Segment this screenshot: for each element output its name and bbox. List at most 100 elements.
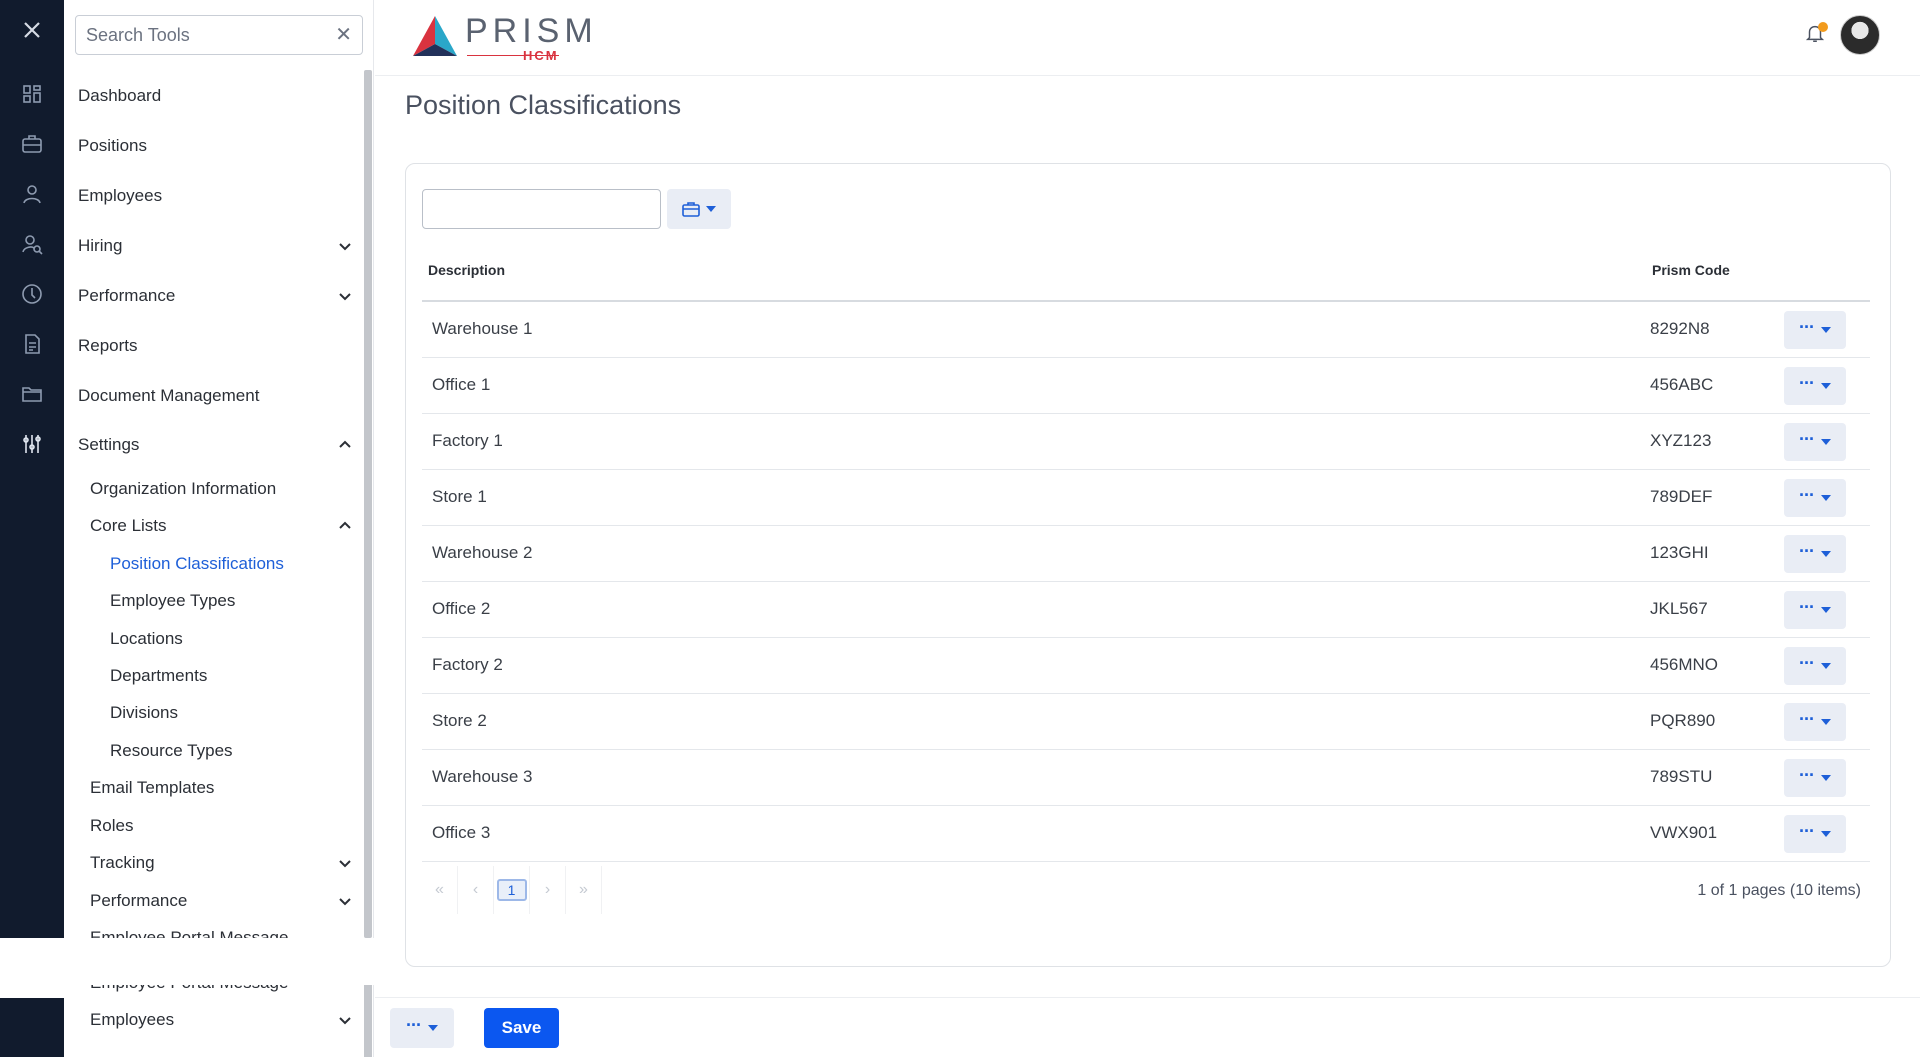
more-actions-button[interactable]: ···	[390, 1008, 454, 1048]
save-button[interactable]: Save	[484, 1008, 559, 1048]
sidebar-item-employees-settings[interactable]: Employees	[90, 1002, 359, 1038]
folder-icon[interactable]	[14, 376, 50, 412]
page-title: Position Classifications	[405, 90, 682, 120]
sidebar-item-label: Roles	[90, 816, 134, 835]
row-actions-button[interactable]: ···	[1784, 367, 1846, 405]
next-page-button[interactable]: ›	[530, 866, 566, 914]
table-row[interactable]: Warehouse 1 8292N8 ···	[422, 302, 1870, 358]
column-header-description[interactable]: Description	[428, 262, 505, 278]
row-actions-button[interactable]: ···	[1784, 423, 1846, 461]
caret-down-icon	[1820, 607, 1831, 613]
sidebar-item-employee-types[interactable]: Employee Types	[110, 583, 359, 619]
prism-code-cell: VWX901	[1650, 823, 1718, 842]
sidebar-scrollbar-lower[interactable]	[364, 985, 372, 1057]
sidebar-item-departments[interactable]: Departments	[110, 658, 359, 694]
sidebar-item-core-lists[interactable]: Core Lists	[90, 508, 359, 544]
row-actions-button[interactable]: ···	[1784, 591, 1846, 629]
chevron-down-icon[interactable]	[335, 1010, 355, 1030]
chevron-up-icon[interactable]	[335, 516, 355, 536]
row-actions-button[interactable]: ···	[1784, 759, 1846, 797]
sidebar-item-email-templates[interactable]: Email Templates	[90, 770, 359, 806]
table-row[interactable]: Warehouse 3 789STU ···	[422, 750, 1870, 806]
prism-logo[interactable]: PRISM HCM	[411, 14, 598, 63]
settings-sliders-icon[interactable]	[14, 426, 50, 462]
sidebar-item-positions[interactable]: Positions	[78, 128, 359, 164]
caret-down-icon	[1820, 831, 1831, 837]
sidebar-item-roles[interactable]: Roles	[90, 808, 359, 844]
table-row[interactable]: Factory 2 456MNO ···	[422, 638, 1870, 694]
toolbar-dropdown-button[interactable]	[667, 189, 731, 229]
avatar[interactable]	[1840, 15, 1880, 55]
last-page-button[interactable]: »	[566, 866, 602, 914]
prism-code-cell: 456MNO	[1650, 655, 1719, 674]
prev-page-button[interactable]: ‹	[458, 866, 494, 914]
chevron-up-icon[interactable]	[335, 435, 355, 455]
sidebar-item-divisions[interactable]: Divisions	[110, 695, 359, 731]
clear-search-icon[interactable]: ✕	[335, 25, 352, 45]
more-dots-icon: ···	[1799, 597, 1815, 617]
table-row[interactable]: Factory 1 XYZ123 ···	[422, 414, 1870, 470]
sidebar-item-performance[interactable]: Performance	[78, 278, 359, 314]
sidebar-item-employee-portal-message[interactable]: Employee Portal Message	[90, 920, 359, 938]
sidebar-item-reports[interactable]: Reports	[78, 328, 359, 364]
sidebar-item-tracking[interactable]: Tracking	[90, 845, 359, 881]
briefcase-icon[interactable]	[14, 126, 50, 162]
current-page-button[interactable]: 1	[494, 866, 530, 914]
current-page-number: 1	[496, 879, 527, 901]
search-tools-box: ✕	[75, 15, 363, 55]
caret-down-icon	[1820, 775, 1831, 781]
chevron-down-icon[interactable]	[335, 853, 355, 873]
reports-icon[interactable]	[14, 326, 50, 362]
table-row[interactable]: Office 2 JKL567 ···	[422, 582, 1870, 638]
row-actions-button[interactable]: ···	[1784, 703, 1846, 741]
performance-icon[interactable]	[14, 276, 50, 312]
table-row[interactable]: Store 2 PQR890 ···	[422, 694, 1870, 750]
row-actions-button[interactable]: ···	[1784, 479, 1846, 517]
sidebar-item-document-management[interactable]: Document Management	[78, 378, 359, 414]
sidebar-item-locations[interactable]: Locations	[110, 621, 359, 657]
sidebar-item-employees[interactable]: Employees	[78, 178, 359, 214]
close-icon[interactable]	[14, 12, 50, 48]
filter-input[interactable]	[422, 189, 661, 229]
dashboard-icon[interactable]	[14, 76, 50, 112]
sidebar-item-employee-portal-message[interactable]: Employee Portal Message	[90, 985, 359, 1001]
sidebar-item-resource-types[interactable]: Resource Types	[110, 733, 359, 769]
sidebar-item-performance-settings[interactable]: Performance	[90, 883, 359, 919]
sidebar-item-label: Document Management	[78, 386, 260, 405]
caret-down-icon	[1820, 495, 1831, 501]
chevron-down-icon[interactable]	[335, 891, 355, 911]
column-header-prism-code[interactable]: Prism Code	[1652, 262, 1730, 278]
sidebar-item-label: Performance	[90, 891, 188, 910]
sidebar-item-hiring[interactable]: Hiring	[78, 228, 359, 264]
first-page-button[interactable]: «	[422, 866, 458, 914]
person-icon[interactable]	[14, 176, 50, 212]
table-row[interactable]: Store 1 789DEF ···	[422, 470, 1870, 526]
sidebar-item-position-classifications[interactable]: Position Classifications	[110, 546, 359, 582]
hiring-icon[interactable]	[14, 226, 50, 262]
notification-bell-icon[interactable]	[1804, 22, 1830, 48]
sidebar-item-dashboard[interactable]: Dashboard	[78, 78, 359, 114]
row-actions-button[interactable]: ···	[1784, 311, 1846, 349]
chevron-down-icon[interactable]	[335, 236, 355, 256]
row-actions-button[interactable]: ···	[1784, 535, 1846, 573]
notification-dot	[1818, 22, 1828, 32]
caret-down-icon	[427, 1025, 438, 1031]
prism-code-cell: JKL567	[1650, 599, 1708, 618]
sidebar-item-organization-information[interactable]: Organization Information	[90, 471, 359, 507]
description-cell: Factory 1	[432, 431, 503, 450]
table-row[interactable]: Warehouse 2 123GHI ···	[422, 526, 1870, 582]
prism-code-cell: PQR890	[1650, 711, 1716, 730]
chevron-down-icon[interactable]	[335, 286, 355, 306]
caret-down-icon	[706, 206, 716, 212]
search-input[interactable]	[86, 24, 336, 46]
bottom-action-bar: ··· Save	[375, 997, 1920, 1057]
table-row[interactable]: Office 3 VWX901 ···	[422, 806, 1870, 862]
sidebar-item-settings[interactable]: Settings	[78, 427, 359, 463]
table-row[interactable]: Office 1 456ABC ···	[422, 358, 1870, 414]
sidebar-item-label: Reports	[78, 336, 138, 355]
row-actions-button[interactable]: ···	[1784, 647, 1846, 685]
more-dots-icon: ···	[1799, 373, 1815, 393]
sidebar-scrollbar[interactable]	[364, 70, 372, 938]
row-actions-button[interactable]: ···	[1784, 815, 1846, 853]
top-header: PRISM HCM	[375, 0, 1920, 76]
